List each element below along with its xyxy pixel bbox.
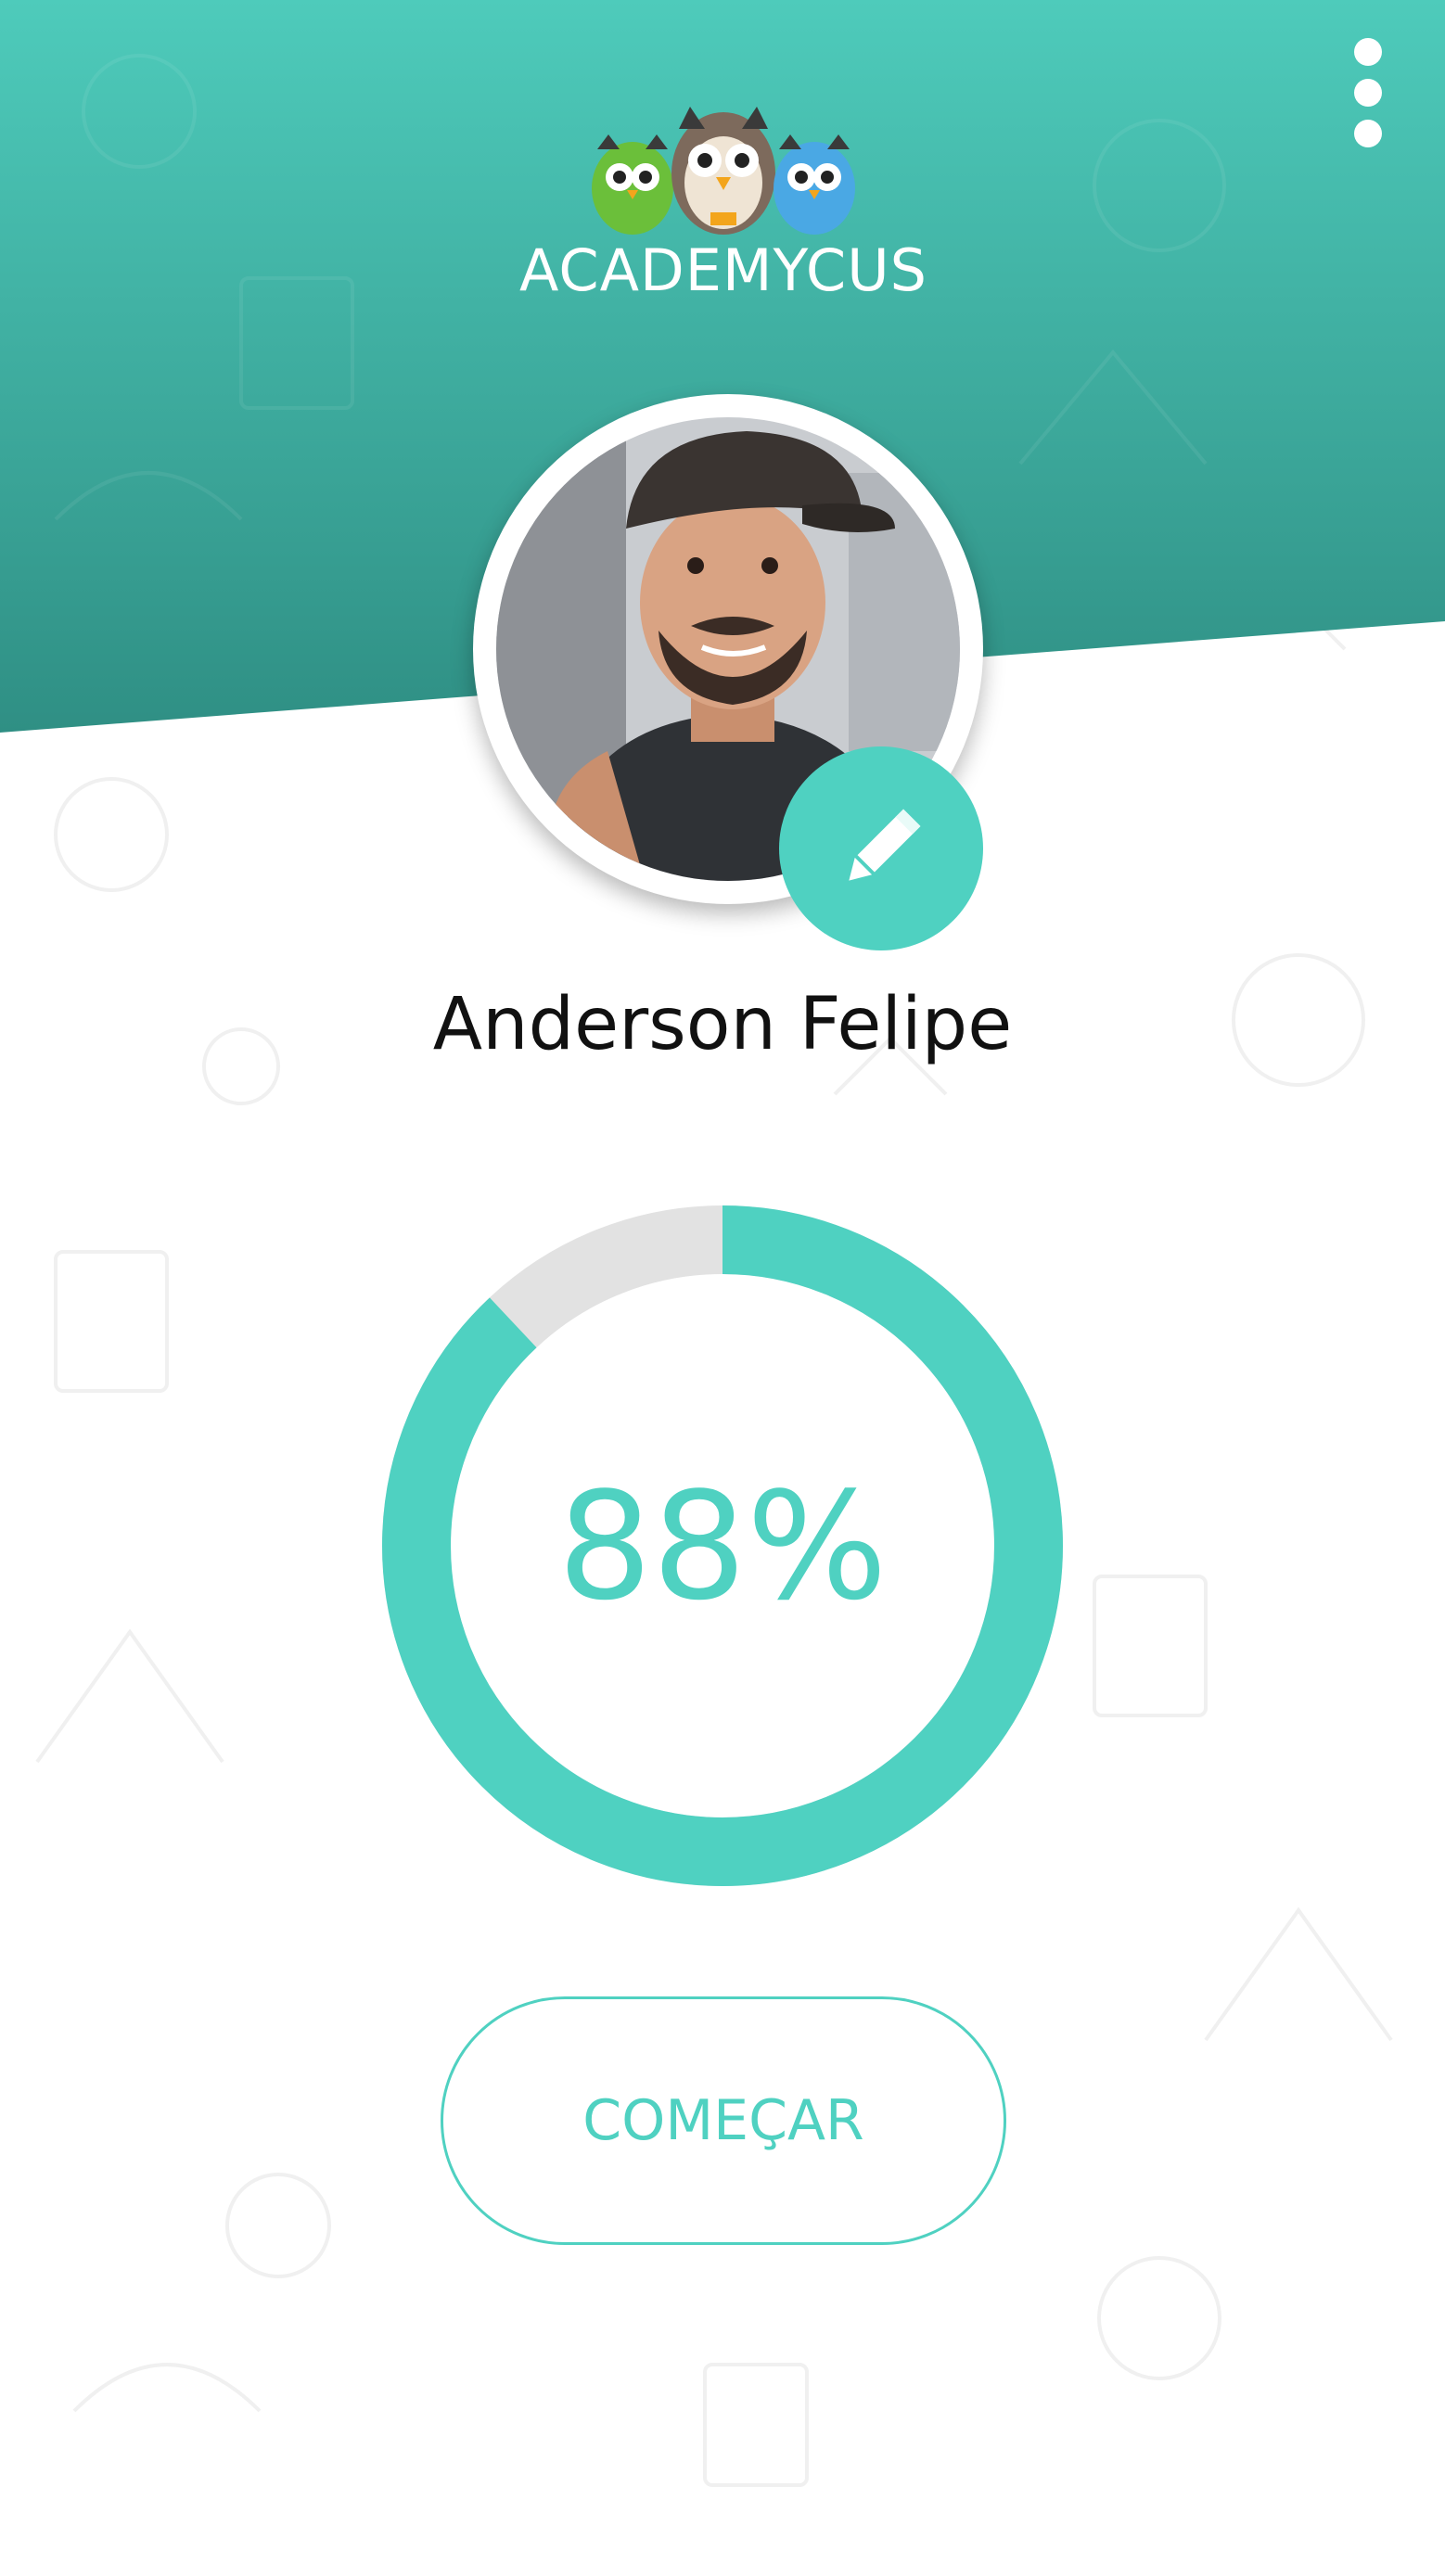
edit-avatar-button[interactable]	[779, 746, 983, 950]
owls-logo-icon	[592, 107, 855, 235]
menu-dot	[1354, 120, 1382, 147]
brand-name: ACADEMYCUS	[519, 236, 927, 304]
more-options-button[interactable]	[1336, 28, 1400, 158]
start-button[interactable]: COMEÇAR	[441, 1996, 1006, 2245]
pencil-icon	[849, 809, 921, 881]
menu-dot	[1354, 38, 1382, 66]
app-logo: ACADEMYCUS	[501, 97, 946, 320]
menu-dot	[1354, 79, 1382, 107]
user-name: Anderson Felipe	[432, 983, 1013, 1066]
progress-percentage: 88%	[557, 1459, 888, 1633]
